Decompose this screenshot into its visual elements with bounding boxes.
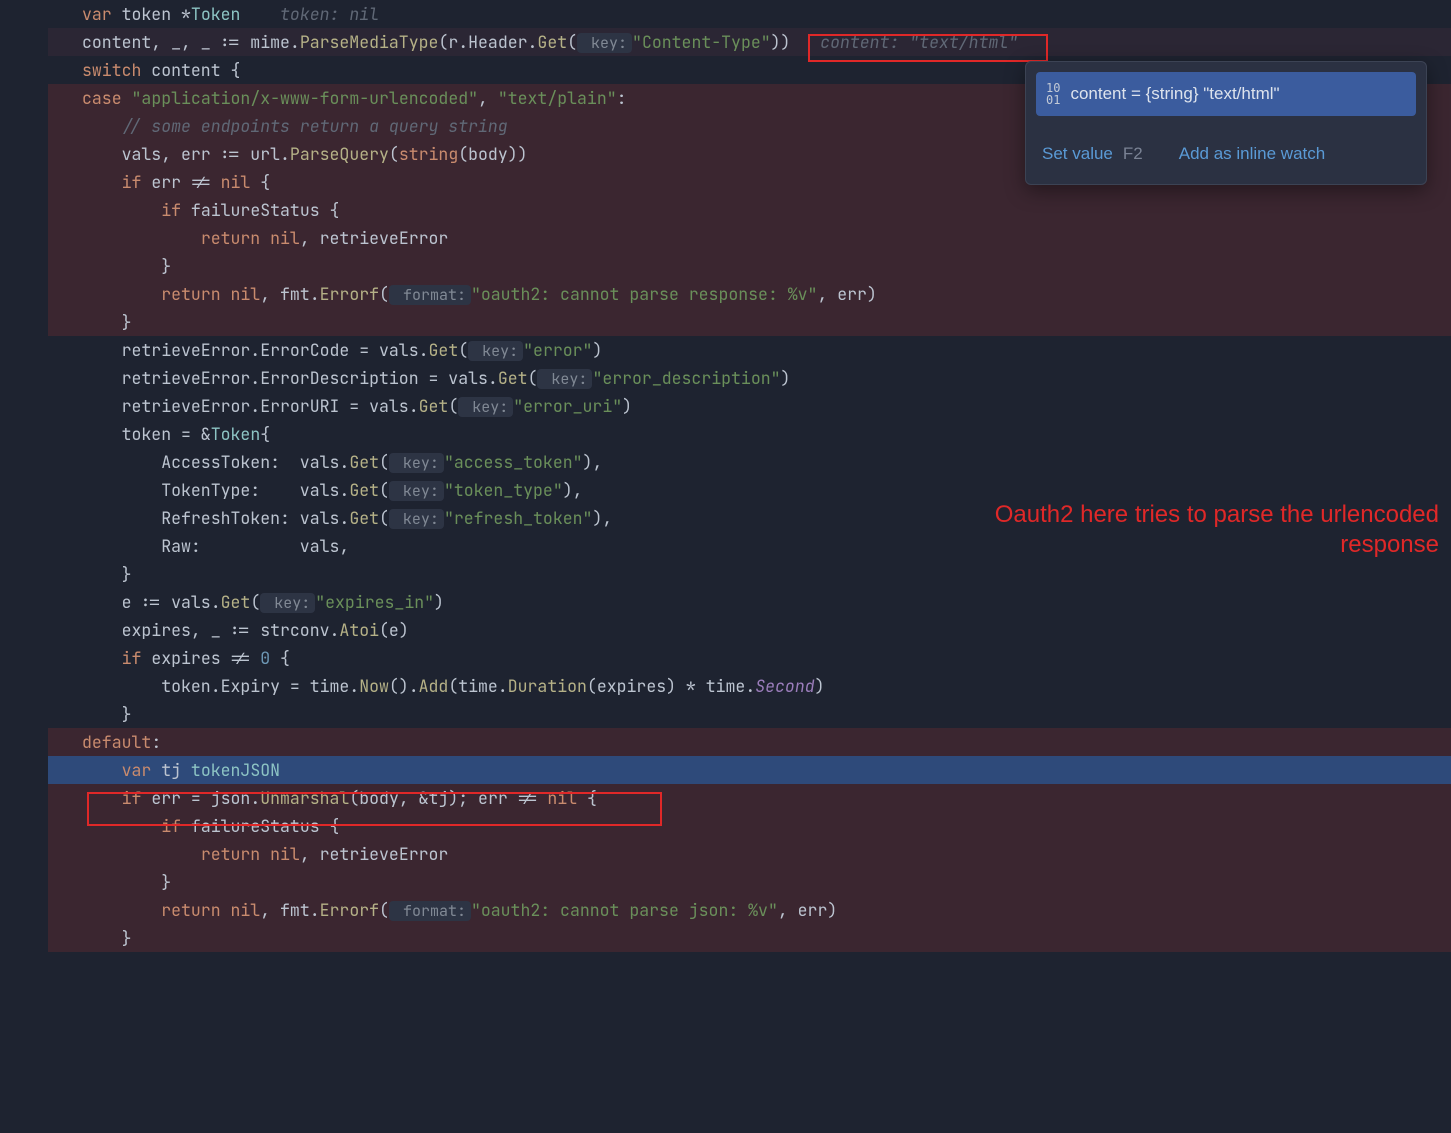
popup-variable-row[interactable]: 10 01 content = {string} "text/html" [1036, 72, 1416, 116]
code-line: e := vals.Get( key:"expires_in") [48, 588, 1451, 616]
code-line: token.Expiry = time.Now().Add(time.Durat… [48, 672, 1451, 700]
keyword-var: var [82, 3, 112, 25]
code-line: retrieveError.ErrorURI = vals.Get( key:"… [48, 392, 1451, 420]
code-line: if failureStatus { [48, 196, 1451, 224]
gutter [0, 0, 48, 1133]
code-line: retrieveError.ErrorCode = vals.Get( key:… [48, 336, 1451, 364]
code-line: AccessToken: vals.Get( key:"access_token… [48, 448, 1451, 476]
set-value-action[interactable]: Set valueF2 [1042, 140, 1143, 168]
current-line: var tj tokenJSON [48, 756, 1451, 784]
code-line: token = &Token{ [48, 420, 1451, 448]
param-hint: key: [468, 341, 523, 361]
param-hint: key: [577, 33, 632, 53]
param-hint: key: [260, 593, 315, 613]
param-hint: format: [389, 901, 471, 921]
code-line: return nil, fmt.Errorf( format:"oauth2: … [48, 280, 1451, 308]
code-line: } [48, 924, 1451, 952]
code-line: TokenType: vals.Get( key:"token_type"), [48, 476, 1451, 504]
param-hint: key: [458, 397, 513, 417]
debug-evaluate-popup[interactable]: 10 01 content = {string} "text/html" Set… [1025, 61, 1427, 185]
code-line: } [48, 252, 1451, 280]
param-hint: key: [389, 481, 444, 501]
code-line: if err = json.Unmarshal(body, &tj); err … [48, 784, 1451, 812]
code-line: if failureStatus { [48, 812, 1451, 840]
code-line: return nil, fmt.Errorf( format:"oauth2: … [48, 896, 1451, 924]
param-hint: key: [389, 453, 444, 473]
variable-value: content = {string} "text/html" [1070, 80, 1279, 108]
inlay-hint: token: nil [280, 3, 379, 25]
add-inline-watch-action[interactable]: Add as inline watch [1179, 140, 1325, 168]
code-line: } [48, 308, 1451, 336]
param-hint: key: [389, 509, 444, 529]
code-line: if expires != 0 { [48, 644, 1451, 672]
code-line: } [48, 868, 1451, 896]
code-editor[interactable]: var token *Token token: nil content, _, … [0, 0, 1451, 1133]
code-line: var token *Token token: nil [48, 0, 1451, 28]
code-line: return nil, retrieveError [48, 840, 1451, 868]
code-line: default: [48, 728, 1451, 756]
code-line: retrieveError.ErrorDescription = vals.Ge… [48, 364, 1451, 392]
code-line: } [48, 700, 1451, 728]
code-line: content, _, _ := mime.ParseMediaType(r.H… [48, 28, 1451, 56]
code-line: expires, _ := strconv.Atoi(e) [48, 616, 1451, 644]
binary-icon: 10 01 [1046, 82, 1060, 106]
code-line: } [48, 560, 1451, 588]
code-line: return nil, retrieveError [48, 224, 1451, 252]
param-hint: format: [389, 285, 471, 305]
inlay-hint: content: "text/html" [820, 31, 1018, 53]
popup-actions: Set valueF2 Add as inline watch [1026, 126, 1426, 184]
code-line: RefreshToken: vals.Get( key:"refresh_tok… [48, 504, 1451, 532]
param-hint: key: [537, 369, 592, 389]
code-line: Raw: vals, [48, 532, 1451, 560]
